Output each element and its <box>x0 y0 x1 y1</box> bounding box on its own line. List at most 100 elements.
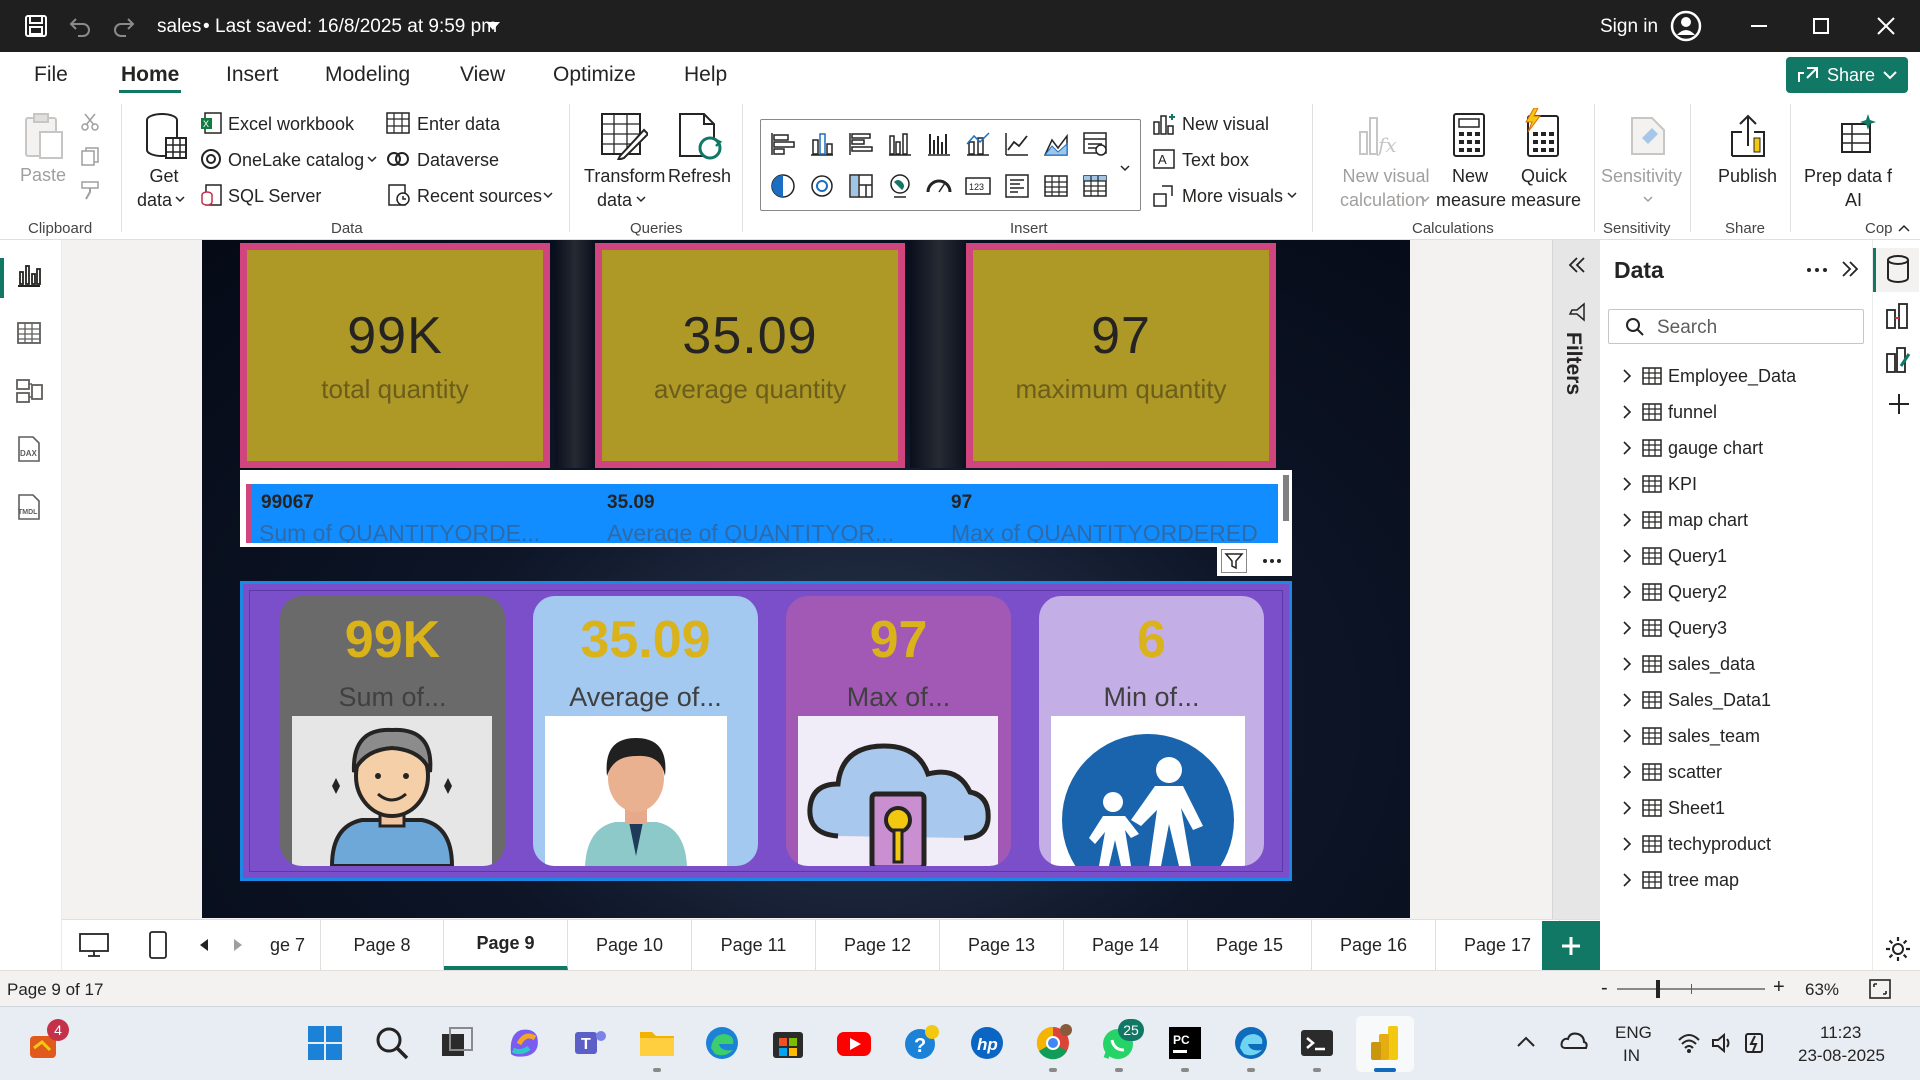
clock-date[interactable]: 23-08-2025 <box>1798 1046 1885 1066</box>
dataverse-icon[interactable] <box>386 148 410 170</box>
report-view-icon[interactable] <box>14 260 48 294</box>
card-icon[interactable]: 123 <box>964 172 992 200</box>
stacked-area-chart-icon[interactable] <box>1081 130 1109 158</box>
terminal-icon[interactable] <box>1298 1024 1336 1062</box>
expand-chevron-icon[interactable] <box>1622 585 1642 599</box>
table-list-item[interactable]: Sheet1 <box>1622 794 1725 822</box>
onelake-icon[interactable] <box>200 148 222 170</box>
table-list-item[interactable]: tree map <box>1622 866 1739 894</box>
expand-chevron-icon[interactable] <box>1622 441 1642 455</box>
table-list-item[interactable]: Query2 <box>1622 578 1727 606</box>
line-clustered-column-icon[interactable] <box>964 130 992 158</box>
account-avatar-icon[interactable] <box>1670 10 1702 42</box>
volume-icon[interactable] <box>1710 1032 1734 1054</box>
table-list-item[interactable]: Query1 <box>1622 542 1727 570</box>
power-bi-icon[interactable] <box>1366 1024 1404 1062</box>
title-dropdown-icon[interactable] <box>486 22 500 31</box>
table-list-item[interactable]: Sales_Data1 <box>1622 686 1771 714</box>
multirow-scrollbar[interactable] <box>1283 475 1289 521</box>
expand-chevron-icon[interactable] <box>1622 657 1642 671</box>
table-list-item[interactable]: techyproduct <box>1622 830 1771 858</box>
recent-sources-chevron-icon[interactable] <box>543 192 553 199</box>
show-hidden-icons-icon[interactable] <box>1516 1034 1536 1048</box>
start-button-icon[interactable] <box>306 1024 344 1062</box>
text-box-icon[interactable]: A <box>1152 148 1176 170</box>
area-chart-icon[interactable] <box>1042 130 1070 158</box>
kpi-card[interactable]: 99K total quantity <box>240 243 550 468</box>
expand-chevron-icon[interactable] <box>1622 405 1642 419</box>
youtube-icon[interactable] <box>835 1024 873 1062</box>
new-visual-icon[interactable] <box>1152 112 1178 136</box>
data-pane-icon[interactable] <box>1885 254 1911 284</box>
edge-icon[interactable] <box>703 1024 741 1062</box>
refresh-icon[interactable] <box>678 112 724 160</box>
more-visuals-chevron-icon[interactable] <box>1287 192 1297 199</box>
expand-chevron-icon[interactable] <box>1622 873 1642 887</box>
teams-icon[interactable]: T <box>571 1024 609 1062</box>
table-list-item[interactable]: sales_team <box>1622 722 1760 750</box>
data-pane-more-icon[interactable] <box>1804 260 1830 280</box>
new-measure-icon[interactable] <box>1452 112 1486 158</box>
expand-chevron-icon[interactable] <box>1622 513 1642 527</box>
stacked-column-chart-icon[interactable] <box>808 130 836 158</box>
kpi-card[interactable]: 97 maximum quantity <box>966 243 1276 468</box>
zoom-out-button[interactable]: - <box>1601 977 1608 1000</box>
publish-label[interactable]: Publish <box>1718 165 1777 187</box>
taskbar-search-icon[interactable] <box>373 1024 411 1062</box>
expand-chevron-icon[interactable] <box>1622 477 1642 491</box>
table-list-item[interactable]: funnel <box>1622 398 1717 426</box>
quick-measure-icon[interactable] <box>1522 108 1562 158</box>
ribbon-collapse-icon[interactable] <box>1898 224 1910 232</box>
close-button[interactable] <box>1856 0 1916 52</box>
more-visuals-icon[interactable] <box>1152 184 1176 208</box>
page-tab[interactable]: Page 11 <box>692 920 816 970</box>
new-visual-calculation-icon[interactable]: fx <box>1358 112 1398 158</box>
new-visual-label[interactable]: New visual <box>1182 113 1269 135</box>
gauge-icon[interactable] <box>925 172 953 200</box>
settings-gear-icon[interactable] <box>1884 935 1912 963</box>
transform-data-icon[interactable] <box>600 112 648 160</box>
image-card-tile[interactable]: 97 Max of... <box>786 596 1011 866</box>
filter-icon[interactable] <box>1221 549 1247 573</box>
onelake-catalog-label[interactable]: OneLake catalog <box>228 149 364 171</box>
get-data-icon[interactable] <box>144 112 188 162</box>
recent-sources-label[interactable]: Recent sources <box>417 185 542 207</box>
expand-chevron-icon[interactable] <box>1622 837 1642 851</box>
add-pane-icon[interactable] <box>1887 392 1911 416</box>
menu-insert[interactable]: Insert <box>226 63 279 87</box>
expand-chevron-icon[interactable] <box>1622 369 1642 383</box>
file-explorer-icon[interactable] <box>638 1024 676 1062</box>
page-tab[interactable]: Page 12 <box>816 920 940 970</box>
redo-icon[interactable] <box>112 14 136 38</box>
donut-chart-icon[interactable] <box>808 172 836 200</box>
fit-to-page-icon[interactable] <box>1868 978 1892 1000</box>
sign-in-link[interactable]: Sign in <box>1600 16 1658 38</box>
page-tab[interactable]: ge 7 <box>255 920 321 970</box>
format-visual-icon[interactable] <box>1885 344 1911 374</box>
treemap-icon[interactable] <box>847 172 875 200</box>
chrome-icon[interactable] <box>1034 1024 1072 1062</box>
add-page-button[interactable] <box>1542 921 1600 971</box>
collapse-data-pane-icon[interactable] <box>1840 259 1860 279</box>
copilot-icon[interactable] <box>505 1024 543 1062</box>
prev-page-icon[interactable] <box>200 939 210 951</box>
kpi-card[interactable]: 35.09 average quantity <box>595 243 905 468</box>
tmdl-view-icon[interactable]: TMDL <box>14 492 48 526</box>
menu-modeling[interactable]: Modeling <box>325 63 410 87</box>
clustered-bar-chart-icon[interactable] <box>847 130 875 158</box>
multi-row-card-icon[interactable] <box>1003 172 1031 200</box>
clock-time[interactable]: 11:23 <box>1820 1023 1861 1043</box>
dataverse-label[interactable]: Dataverse <box>417 149 499 171</box>
clustered-column-chart-icon[interactable] <box>886 130 914 158</box>
table-list-item[interactable]: Employee_Data <box>1622 362 1796 390</box>
battery-icon[interactable] <box>1743 1030 1769 1054</box>
table-icon[interactable] <box>1042 172 1070 200</box>
pie-chart-icon[interactable] <box>769 172 797 200</box>
hp-icon[interactable]: hp <box>968 1024 1006 1062</box>
image-card-tile[interactable]: 99K Sum of... <box>280 596 505 866</box>
publish-icon[interactable] <box>1726 112 1770 158</box>
desktop-layout-icon[interactable] <box>78 932 110 958</box>
expand-chevron-icon[interactable] <box>1622 621 1642 635</box>
format-painter-icon[interactable] <box>80 180 102 200</box>
edge-dev-icon[interactable] <box>1232 1024 1270 1062</box>
